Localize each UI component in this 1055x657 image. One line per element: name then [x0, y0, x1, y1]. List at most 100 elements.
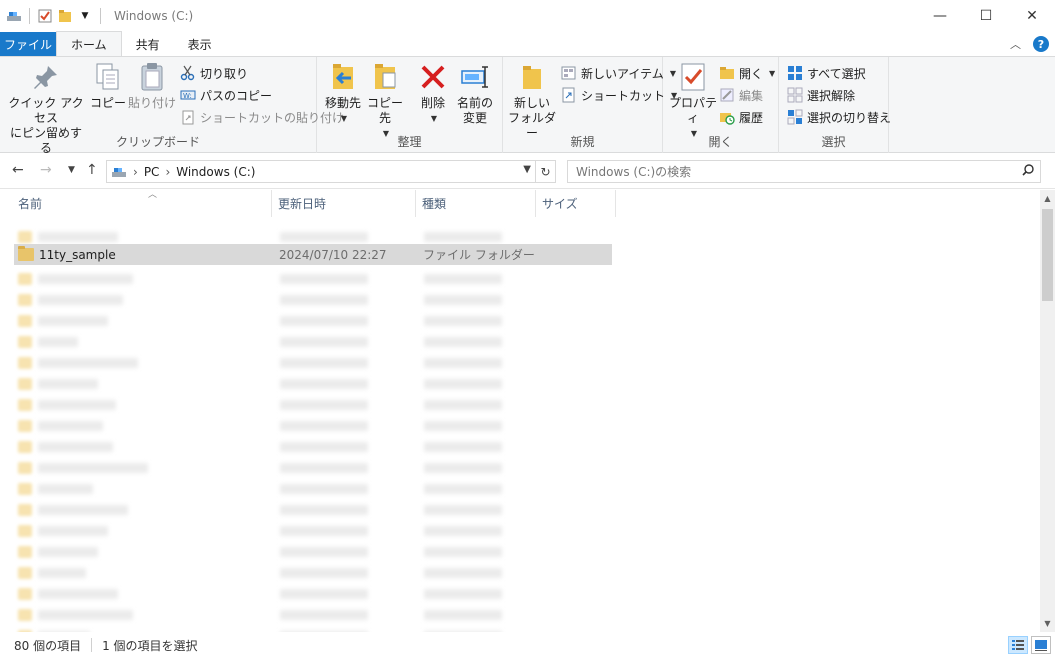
- select-all-button[interactable]: すべて選択: [787, 63, 866, 83]
- obscured-date: [280, 337, 368, 347]
- up-arrow-icon[interactable]: ↑: [86, 162, 98, 178]
- copy-to-button[interactable]: コピー先 ▼: [365, 61, 405, 141]
- obscured-date: [280, 379, 368, 389]
- group-clipboard: クイック アクセス にピン留めする コピー 貼り付け 切り取り W: パスのコピ…: [0, 57, 344, 155]
- obscured-name: [38, 232, 118, 242]
- invert-selection-button[interactable]: 選択の切り替え: [787, 107, 891, 127]
- new-folder-button[interactable]: 新しい フォルダー: [507, 61, 557, 141]
- status-bar: 80 個の項目 1 個の項目を選択: [0, 633, 1055, 657]
- tab-home[interactable]: ホーム: [56, 31, 122, 56]
- recent-locations-icon[interactable]: ▼: [68, 165, 75, 175]
- open-dropdown-icon: ▼: [769, 68, 776, 78]
- cut-label: 切り取り: [200, 66, 249, 81]
- delete-button[interactable]: 削除 ▼: [415, 61, 451, 126]
- history-button[interactable]: 履歴: [719, 107, 763, 127]
- open-button[interactable]: 開く ▼: [719, 63, 775, 83]
- list-item-selected[interactable]: 11ty_sample 2024/07/10 22:27 ファイル フォルダー: [14, 244, 612, 265]
- obscured-name: [38, 568, 86, 578]
- obscured-folder-icon: [18, 378, 32, 390]
- edit-button[interactable]: 編集: [719, 85, 763, 105]
- history-icon: [719, 109, 735, 125]
- paste-button[interactable]: 貼り付け: [128, 61, 176, 111]
- select-all-icon: [787, 65, 803, 81]
- search-box[interactable]: Windows (C:)の検索: [567, 160, 1041, 183]
- column-header-size[interactable]: サイズ: [536, 190, 616, 217]
- sort-ascending-icon: ︿: [148, 190, 158, 200]
- obscured-folder-icon: [18, 609, 32, 621]
- obscured-folder-icon: [18, 462, 32, 474]
- group-select: すべて選択 選択解除 選択の切り替え 選択: [779, 57, 891, 153]
- new-item-button[interactable]: 新しいアイテム ▼: [561, 63, 676, 83]
- ribbon: クイック アクセス にピン留めする コピー 貼り付け 切り取り W: パスのコピ…: [0, 56, 1055, 155]
- copy-to-icon: [369, 61, 401, 93]
- vertical-scrollbar[interactable]: ▲ ▼: [1040, 190, 1055, 632]
- tab-view[interactable]: 表示: [174, 32, 226, 56]
- select-none-icon: [787, 87, 803, 103]
- obscured-folder-icon: [18, 546, 32, 558]
- obscured-type: [424, 568, 502, 578]
- obscured-name: [38, 316, 108, 326]
- group-label-clipboard: クリップボード: [115, 135, 200, 149]
- scrollbar-thumb[interactable]: [1042, 209, 1053, 301]
- obscured-date: [280, 568, 368, 578]
- drive-icon: [6, 8, 22, 24]
- collapse-ribbon-icon[interactable]: ︿: [1010, 36, 1021, 52]
- refresh-icon[interactable]: ↻: [535, 161, 555, 182]
- column-header-name[interactable]: 名前 ︿: [12, 190, 272, 217]
- move-to-label: 移動先: [324, 96, 361, 110]
- obscured-name: [38, 589, 118, 599]
- qat-separator: [100, 8, 101, 24]
- address-bar[interactable]: › PC › Windows (C:) ▼ ↻: [106, 160, 556, 183]
- large-icons-view-icon[interactable]: [1031, 636, 1051, 654]
- address-dropdown-icon[interactable]: ▼: [523, 164, 531, 175]
- select-none-button[interactable]: 選択解除: [787, 85, 855, 105]
- obscured-type: [424, 589, 502, 599]
- obscured-name: [38, 442, 113, 452]
- tab-file[interactable]: ファイル: [0, 32, 56, 56]
- item-type: ファイル フォルダー: [423, 248, 535, 262]
- tab-share[interactable]: 共有: [122, 32, 174, 56]
- svg-text:W:: W:: [183, 92, 192, 100]
- group-label-new: 新規: [570, 135, 595, 149]
- easy-access-button[interactable]: ショートカット ▼: [561, 85, 677, 105]
- maximize-button[interactable]: ☐: [963, 0, 1009, 32]
- properties-icon[interactable]: [37, 8, 53, 24]
- breadcrumb-drive[interactable]: Windows (C:): [176, 165, 255, 179]
- obscured-date: [280, 589, 368, 599]
- help-icon[interactable]: ?: [1033, 36, 1049, 52]
- pin-label-1: クイック アクセス: [8, 96, 84, 125]
- obscured-date: [280, 295, 368, 305]
- paste-shortcut-icon: [180, 109, 196, 125]
- obscured-name: [38, 463, 148, 473]
- history-label: 履歴: [739, 110, 764, 125]
- minimize-button[interactable]: —: [917, 0, 963, 32]
- new-folder-icon: [516, 61, 548, 93]
- rename-button[interactable]: 名前の 変更: [455, 61, 495, 126]
- forward-arrow-icon[interactable]: →: [40, 162, 52, 178]
- back-arrow-icon[interactable]: ←: [12, 162, 24, 178]
- invert-selection-label: 選択の切り替え: [807, 110, 892, 125]
- customize-qat-icon[interactable]: ▼: [77, 8, 93, 24]
- window-title: Windows (C:): [114, 9, 194, 23]
- copy-path-button[interactable]: W: パスのコピー: [180, 85, 272, 105]
- shortcut-icon: [561, 87, 577, 103]
- column-header-modified[interactable]: 更新日時: [272, 190, 416, 217]
- close-button[interactable]: ✕: [1009, 0, 1055, 32]
- details-view-icon[interactable]: [1008, 636, 1028, 654]
- obscured-folder-icon: [18, 588, 32, 600]
- invert-selection-icon: [787, 109, 803, 125]
- cut-button[interactable]: 切り取り: [180, 63, 248, 83]
- breadcrumb-pc[interactable]: PC: [144, 165, 160, 179]
- new-item-label: 新しいアイテム: [581, 66, 664, 81]
- scroll-up-arrow-icon[interactable]: ▲: [1040, 190, 1055, 207]
- new-folder-icon[interactable]: [57, 8, 73, 24]
- move-to-button[interactable]: 移動先 ▼: [321, 61, 365, 126]
- obscured-folder-icon: [18, 336, 32, 348]
- column-header-type[interactable]: 種類: [416, 190, 536, 217]
- properties-button[interactable]: プロパティ ▼: [667, 61, 719, 141]
- copy-button[interactable]: コピー: [88, 61, 128, 111]
- rename-label-1: 名前の: [456, 96, 493, 110]
- edit-label: 編集: [739, 88, 764, 103]
- delete-dropdown-icon: ▼: [430, 114, 438, 123]
- scroll-down-arrow-icon[interactable]: ▼: [1040, 615, 1055, 632]
